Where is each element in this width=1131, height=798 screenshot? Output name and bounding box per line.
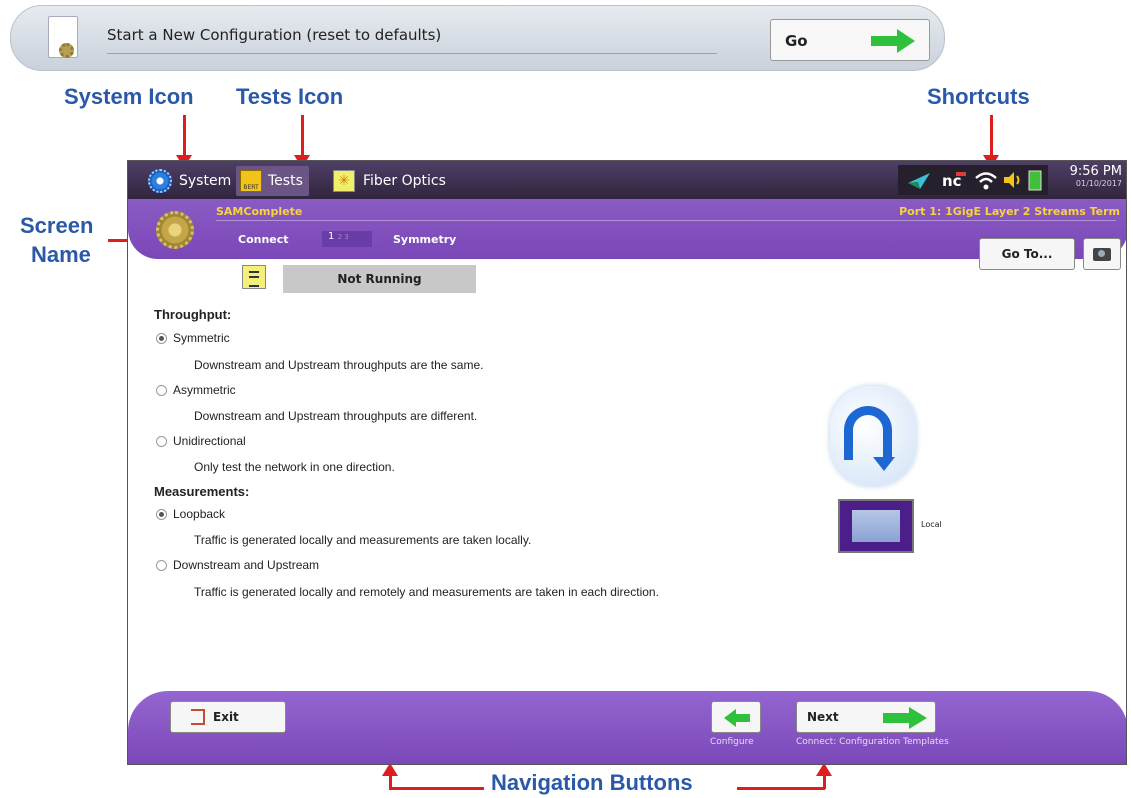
step-others: 2 3: [337, 233, 349, 241]
local-device-icon: [838, 499, 914, 553]
speaker-icon[interactable]: [1002, 169, 1022, 191]
bert-icon: BERT: [240, 170, 262, 192]
divider: [216, 220, 1116, 221]
plane-icon[interactable]: [906, 169, 932, 191]
shortcuts-tray: nc: [898, 165, 1048, 195]
gear-icon: [148, 169, 172, 193]
step-current: 1: [328, 231, 335, 242]
next-label: Next: [807, 710, 839, 724]
annotation-arrow: [990, 115, 993, 160]
clock-time: 9:56 PM: [1069, 164, 1122, 179]
next-caption: Connect: Configuration Templates: [796, 737, 949, 747]
divider: [107, 53, 717, 54]
status-badge: Not Running: [283, 265, 476, 293]
radio-downstream-upstream[interactable]: [156, 560, 167, 571]
local-label: Local: [921, 520, 942, 529]
step-indicator: 1 2 3: [322, 231, 372, 247]
system-icon-annotation: System Icon: [64, 84, 194, 109]
app-gear-icon: [156, 211, 194, 249]
annotation-arrow: [737, 787, 825, 790]
clock-date: 01/10/2017: [1075, 179, 1122, 188]
option-label: Downstream and Upstream: [173, 558, 320, 572]
next-button[interactable]: Next: [796, 701, 936, 733]
radio-loopback[interactable]: [156, 509, 167, 520]
radio-asymmetric[interactable]: [156, 385, 167, 396]
clock: 9:56 PM 01/10/2017: [1056, 164, 1122, 188]
screen-name-annotation-line2: Name: [31, 242, 91, 267]
option-label: Symmetric: [173, 331, 230, 345]
green-right-arrow-icon: [883, 707, 927, 729]
screen-name: SAMComplete: [216, 205, 303, 218]
tab-label: Fiber Optics: [363, 173, 446, 189]
loopback-arrow-icon: [844, 406, 892, 460]
tests-icon-annotation: Tests Icon: [236, 84, 344, 109]
screen-name-annotation: Screen: [20, 213, 94, 238]
exit-label: Exit: [213, 710, 239, 724]
new-configuration-label: Start a New Configuration (reset to defa…: [107, 26, 442, 44]
option-description: Traffic is generated locally and measure…: [194, 533, 532, 547]
option-label: Loopback: [173, 507, 226, 521]
annotation-arrow: [823, 775, 826, 789]
navigation-buttons-annotation: Navigation Buttons: [491, 770, 693, 795]
fiber-icon: ✳: [333, 170, 355, 192]
option-description: Traffic is generated locally and remotel…: [194, 585, 659, 599]
nc-icon[interactable]: nc: [940, 169, 968, 191]
green-right-arrow-icon: [871, 29, 915, 53]
tab-label: System: [179, 173, 232, 189]
go-button-label: Go: [785, 32, 808, 50]
loopback-arrowhead: [873, 457, 895, 471]
option-description: Downstream and Upstream throughputs are …: [194, 358, 484, 372]
shortcuts-annotation: Shortcuts: [927, 84, 1030, 109]
exit-button[interactable]: Exit: [170, 701, 286, 733]
measurements-heading: Measurements:: [154, 484, 250, 499]
step-label: Connect: [238, 233, 289, 246]
radio-unidirectional[interactable]: [156, 436, 167, 447]
tab-tests[interactable]: BERT Tests: [236, 166, 309, 196]
exit-icon: [191, 709, 205, 725]
battery-icon[interactable]: [1026, 169, 1044, 191]
annotation-arrow: [389, 787, 484, 790]
option-description: Only test the network in one direction.: [194, 460, 395, 474]
tab-system[interactable]: System: [148, 166, 231, 196]
wifi-icon[interactable]: [974, 169, 998, 191]
notes-icon[interactable]: [242, 265, 266, 289]
camera-icon[interactable]: [1083, 238, 1121, 270]
configure-caption: Configure: [710, 737, 754, 747]
port-label: Port 1: 1GigE Layer 2 Streams Term: [899, 205, 1120, 218]
back-button[interactable]: [711, 701, 761, 733]
go-button[interactable]: Go: [770, 19, 930, 61]
document-gear-icon: [48, 16, 78, 58]
tab-label: Tests: [268, 173, 303, 189]
annotation-arrow: [301, 115, 304, 160]
new-configuration-bar: Start a New Configuration (reset to defa…: [10, 5, 945, 71]
device-screen: System BERT Tests ✳ Fiber Optics nc 9:56…: [127, 160, 1127, 765]
option-description: Downstream and Upstream throughputs are …: [194, 409, 478, 423]
tab-fiber-optics[interactable]: ✳ Fiber Optics: [333, 166, 446, 196]
go-to-button[interactable]: Go To...: [979, 238, 1075, 270]
throughput-heading: Throughput:: [154, 307, 232, 322]
green-left-arrow-icon: [724, 709, 750, 727]
annotation-arrow: [183, 115, 186, 160]
top-bar: System BERT Tests ✳ Fiber Optics nc 9:56…: [128, 161, 1126, 199]
option-label: Asymmetric: [173, 383, 236, 397]
option-label: Unidirectional: [173, 434, 246, 448]
section-label: Symmetry: [393, 233, 457, 246]
radio-symmetric[interactable]: [156, 333, 167, 344]
